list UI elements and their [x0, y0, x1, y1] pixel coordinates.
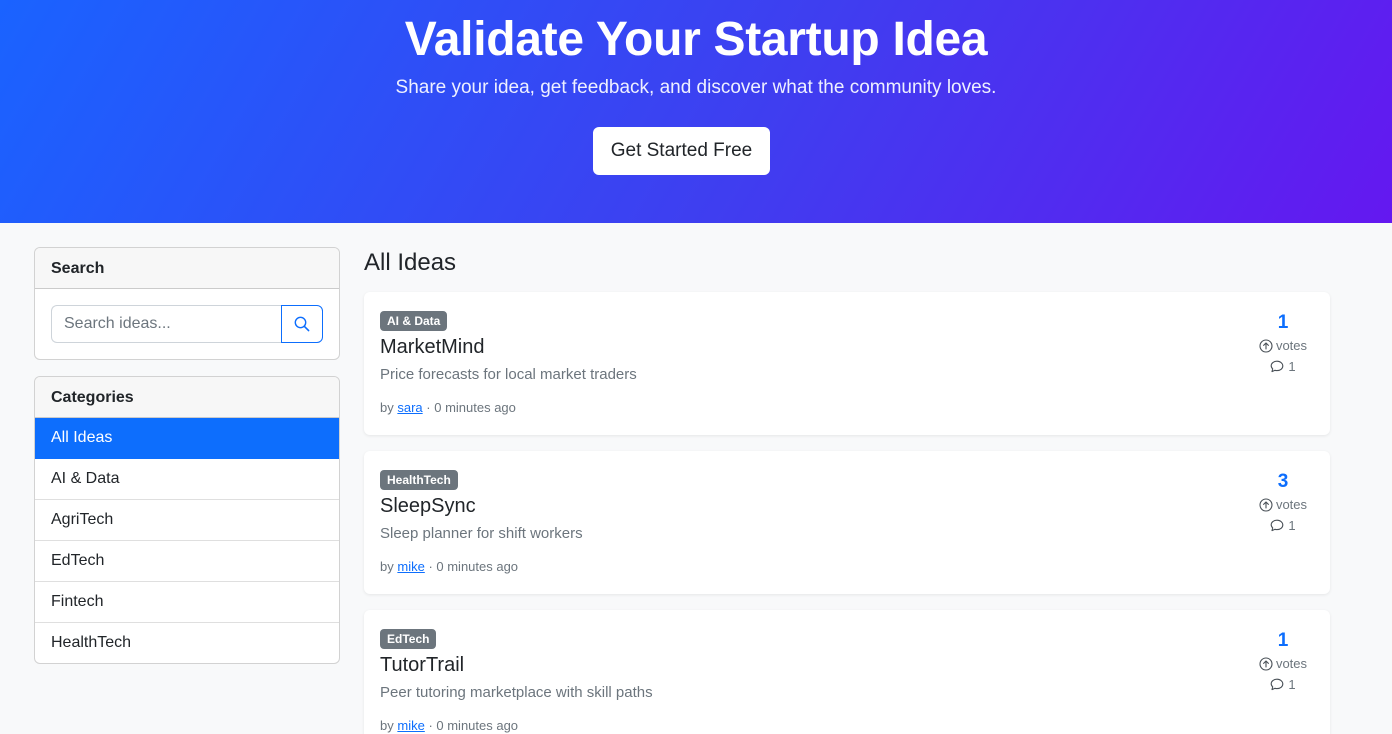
- category-all-ideas[interactable]: All Ideas: [35, 418, 339, 459]
- time-ago: · 0 minutes ago: [426, 400, 516, 415]
- author-link[interactable]: mike: [397, 718, 424, 733]
- category-edtech[interactable]: EdTech: [35, 541, 339, 582]
- idea-title[interactable]: MarketMind: [380, 336, 484, 359]
- vote-count: 3: [1277, 471, 1289, 492]
- vote-count: 1: [1277, 312, 1289, 333]
- time-ago: · 0 minutes ago: [428, 718, 519, 733]
- chat-bubble-icon: [1270, 519, 1284, 532]
- idea-description: Price forecasts for local market traders: [380, 366, 637, 383]
- category-badge: AI & Data: [380, 311, 448, 331]
- upvote-button[interactable]: votes: [1248, 656, 1318, 671]
- votes-label: votes: [1275, 656, 1308, 671]
- category-healthtech[interactable]: HealthTech: [35, 623, 339, 663]
- arrow-up-circle-icon: [1259, 656, 1273, 671]
- idea-description: Sleep planner for shift workers: [380, 525, 583, 542]
- idea-title[interactable]: SleepSync: [380, 495, 476, 518]
- votes-label: votes: [1275, 338, 1308, 353]
- idea-card[interactable]: AI & Data MarketMind Price forecasts for…: [364, 292, 1330, 435]
- comment-count-box: 1: [1248, 359, 1318, 374]
- idea-description: Peer tutoring marketplace with skill pat…: [380, 684, 653, 701]
- idea-meta: by mike · 0 minutes ago: [380, 718, 518, 733]
- search-icon: [294, 316, 310, 332]
- category-badge: EdTech: [380, 629, 437, 649]
- arrow-up-circle-icon: [1259, 497, 1273, 512]
- vote-count: 1: [1277, 630, 1289, 651]
- by-label: by: [380, 559, 394, 574]
- vote-box: 1 votes 1: [1248, 312, 1318, 374]
- comment-count: 1: [1288, 359, 1296, 374]
- author-link[interactable]: sara: [397, 400, 422, 415]
- idea-card[interactable]: EdTech TutorTrail Peer tutoring marketpl…: [364, 610, 1330, 734]
- time-ago: · 0 minutes ago: [428, 559, 519, 574]
- by-label: by: [380, 718, 394, 733]
- idea-meta: by sara · 0 minutes ago: [380, 400, 516, 415]
- idea-card[interactable]: HealthTech SleepSync Sleep planner for s…: [364, 451, 1330, 594]
- vote-box: 1 votes 1: [1248, 630, 1318, 692]
- by-label: by: [380, 400, 394, 415]
- vote-box: 3 votes 1: [1248, 471, 1318, 533]
- category-badge: HealthTech: [380, 470, 458, 490]
- comment-count: 1: [1288, 677, 1296, 692]
- get-started-button[interactable]: Get Started Free: [593, 127, 770, 175]
- author-link[interactable]: mike: [397, 559, 424, 574]
- category-ai-data[interactable]: AI & Data: [35, 459, 339, 500]
- chat-bubble-icon: [1270, 678, 1284, 691]
- comment-count-box: 1: [1248, 518, 1318, 533]
- hero-title: Validate Your Startup Idea: [404, 13, 988, 66]
- comment-count: 1: [1288, 518, 1296, 533]
- category-fintech[interactable]: Fintech: [35, 582, 339, 623]
- comment-count-box: 1: [1248, 677, 1318, 692]
- search-button[interactable]: [281, 305, 323, 343]
- votes-label: votes: [1275, 497, 1308, 512]
- hero-subtitle: Share your idea, get feedback, and disco…: [395, 77, 997, 98]
- categories-heading: Categories: [35, 377, 339, 418]
- ideas-section-title: All Ideas: [364, 249, 457, 276]
- categories-card: Categories All Ideas AI & Data AgriTech …: [34, 376, 340, 664]
- arrow-up-circle-icon: [1259, 338, 1273, 353]
- search-card: Search: [34, 247, 340, 360]
- idea-title[interactable]: TutorTrail: [380, 654, 464, 677]
- search-input[interactable]: [51, 305, 282, 343]
- upvote-button[interactable]: votes: [1248, 497, 1318, 512]
- category-agritech[interactable]: AgriTech: [35, 500, 339, 541]
- idea-meta: by mike · 0 minutes ago: [380, 559, 518, 574]
- search-heading: Search: [35, 248, 339, 289]
- hero-banner: Validate Your Startup Idea Share your id…: [0, 0, 1392, 223]
- chat-bubble-icon: [1270, 360, 1284, 373]
- upvote-button[interactable]: votes: [1248, 338, 1318, 353]
